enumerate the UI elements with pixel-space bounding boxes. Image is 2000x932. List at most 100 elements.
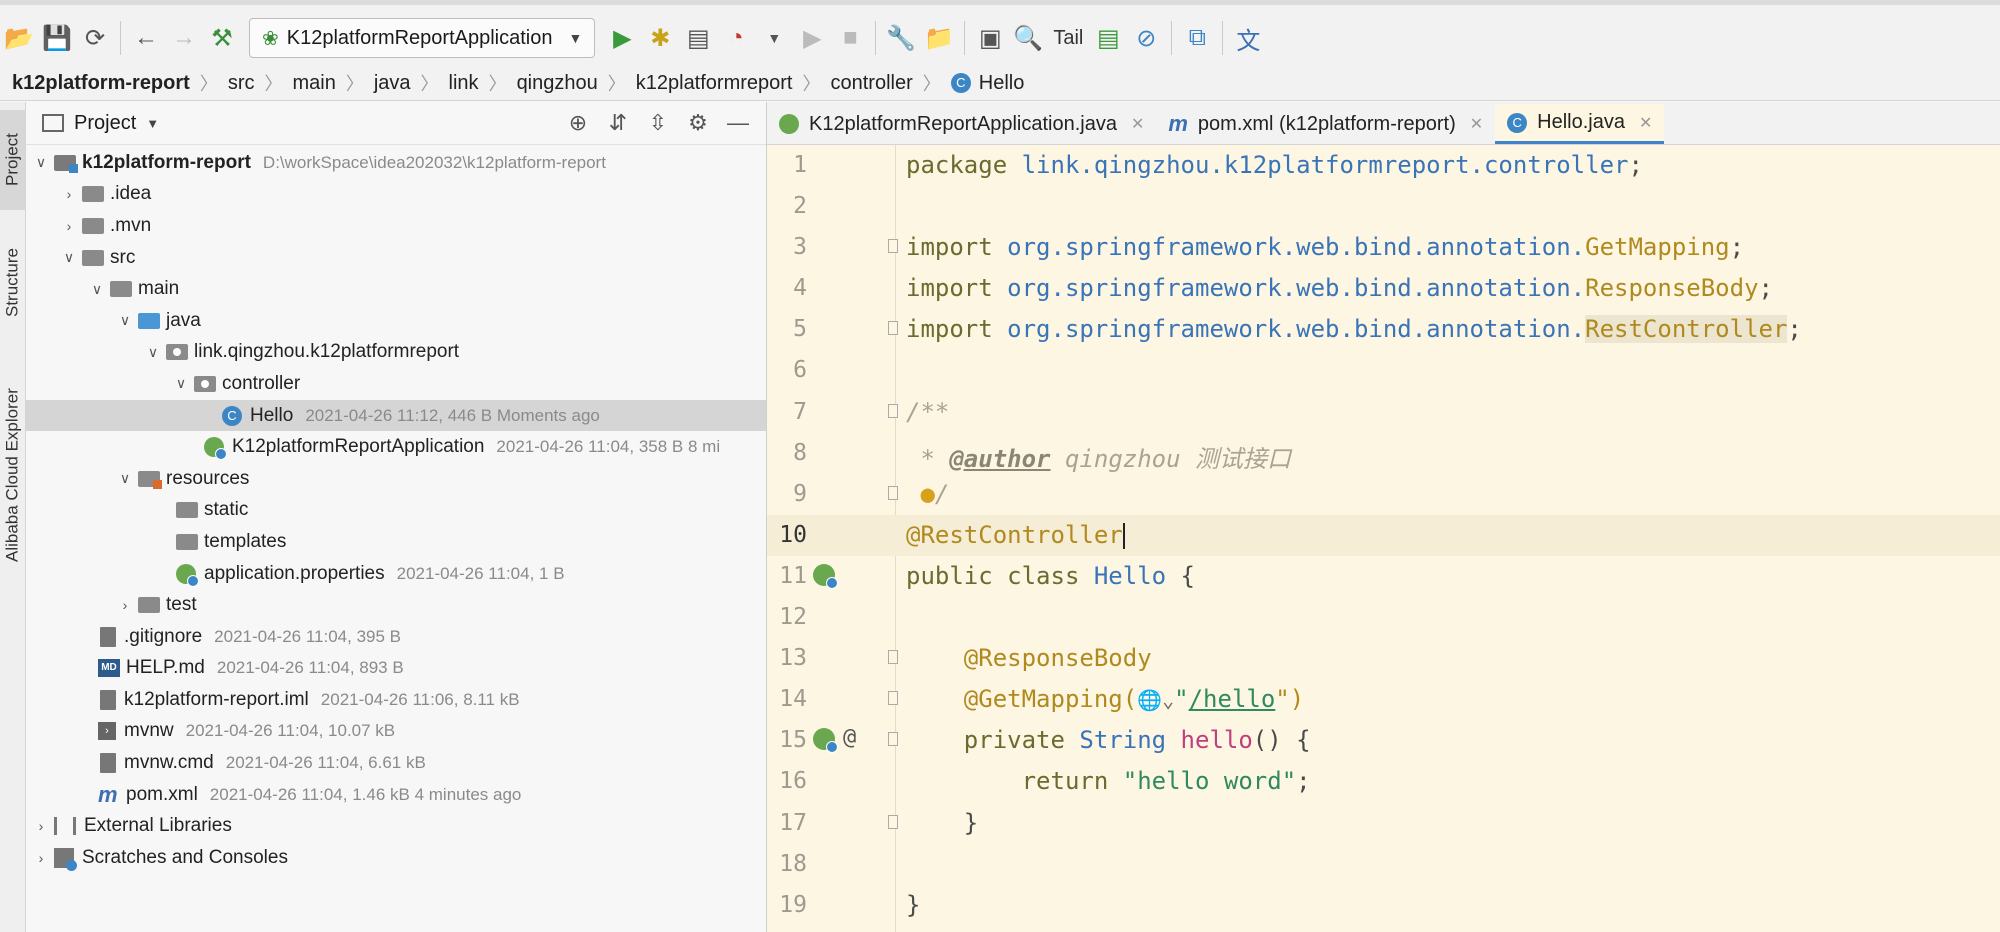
request-mapping-at-icon[interactable]: @ [843,725,856,750]
fold-marker-icon[interactable] [888,691,898,706]
close-icon[interactable]: ✕ [1131,114,1144,134]
tree-item-file[interactable]: › mvnw 2021-04-26 11:04, 10.07 kB [26,716,766,748]
tree-item-file[interactable]: k12platform-report.iml 2021-04-26 11:06,… [26,684,766,716]
code-line[interactable]: 12 [767,597,2000,638]
chevron-down-icon[interactable]: ∨ [114,312,136,329]
chevron-down-icon[interactable]: ∨ [58,249,80,266]
tree-item-scratches[interactable]: › Scratches and Consoles [26,842,766,874]
code-line[interactable]: 13 @ResponseBody [767,638,2000,679]
stop-icon[interactable]: ■ [831,18,869,58]
code-line[interactable]: 15 @ private String hello() { [767,720,2000,761]
fold-marker-icon[interactable] [888,485,898,500]
breadcrumb-item[interactable]: link [449,72,479,95]
chevron-down-icon[interactable]: ▼ [146,116,159,131]
chevron-down-icon[interactable]: ∨ [142,344,164,361]
tail-button[interactable]: Tail [1047,27,1089,50]
code-line[interactable]: 19 } [767,885,2000,926]
project-panel-title[interactable]: Project [74,112,136,135]
tree-item-module[interactable]: ∨ k12platform-report D:\workSpace\idea20… [26,147,766,179]
terminal-window-icon[interactable]: ▣ [971,18,1009,58]
breadcrumb-item[interactable]: controller [831,72,913,95]
save-icon[interactable]: 💾 [38,18,76,58]
breadcrumb-item[interactable]: Hello [979,72,1025,95]
close-icon[interactable]: ✕ [1639,113,1652,133]
code-line[interactable]: 11 public class Hello { [767,556,2000,597]
breadcrumb-item[interactable]: k12platformreport [636,72,793,95]
code-area[interactable]: 1 package link.qingzhou.k12platformrepor… [767,145,2000,932]
run-icon[interactable]: ▶ [603,18,641,58]
tree-item-file[interactable]: m pom.xml 2021-04-26 11:04, 1.46 kB 4 mi… [26,779,766,811]
build-hammer-icon[interactable]: ⚒ [203,18,241,58]
tree-item-folder[interactable]: › test [26,589,766,621]
tree-item-folder[interactable]: ∨ src [26,242,766,274]
chevron-right-icon[interactable]: › [30,850,52,866]
tree-item-folder[interactable]: templates [26,526,766,558]
side-tab-alibaba-cloud-explorer[interactable]: Alibaba Cloud Explorer [0,370,25,580]
code-line[interactable]: 2 [767,186,2000,227]
fold-marker-icon[interactable] [888,403,898,418]
breadcrumb-item[interactable]: qingzhou [517,72,598,95]
chevron-right-icon[interactable]: › [114,597,136,613]
gear-icon[interactable]: ⚙ [680,110,716,136]
lightbulb-icon[interactable]: ● [920,480,934,508]
settings-wrench-icon[interactable]: 🔧 [882,18,920,58]
monitor-chart-icon[interactable]: ▤ [1089,18,1127,58]
spring-bean-gutter-icon[interactable] [813,728,838,754]
fold-marker-icon[interactable] [888,650,898,665]
fold-marker-icon[interactable] [888,321,898,336]
code-line[interactable]: 17 } [767,803,2000,844]
tree-item-file[interactable]: K12platformReportApplication 2021-04-26 … [26,431,766,463]
profile-icon[interactable]: ◔ [717,18,755,58]
tree-item-folder[interactable]: › .mvn [26,210,766,242]
tree-item-file[interactable]: .gitignore 2021-04-26 11:04, 395 B [26,621,766,653]
debug-bug-icon[interactable]: ✱ [641,18,679,58]
tree-item-folder[interactable]: ∨ resources [26,463,766,495]
fold-marker-icon[interactable] [888,239,898,254]
tree-item-package[interactable]: ∨ link.qingzhou.k12platformreport [26,337,766,369]
code-line[interactable]: 5 import org.springframework.web.bind.an… [767,309,2000,350]
breadcrumb-item[interactable]: main [292,72,335,95]
code-line[interactable]: 4 import org.springframework.web.bind.an… [767,268,2000,309]
code-line-current[interactable]: 10 @RestController [767,514,2000,556]
globe-icon[interactable]: 🌐⌄ [1137,688,1174,712]
chevron-down-icon[interactable]: ∨ [86,281,108,298]
tab-k12platformreportapplication[interactable]: K12platformReportApplication.java ✕ [767,104,1156,144]
tree-item-file[interactable]: mvnw.cmd 2021-04-26 11:04, 6.61 kB [26,747,766,779]
tree-item-file[interactable]: MD HELP.md 2021-04-26 11:04, 893 B [26,653,766,685]
search-icon[interactable]: 🔍 [1009,18,1047,58]
locate-target-icon[interactable]: ⊕ [560,110,596,136]
translate-icon[interactable]: 文 [1229,18,1267,58]
code-line[interactable]: 3 import org.springframework.web.bind.an… [767,227,2000,268]
sync-icon[interactable]: ⟳ [76,18,114,58]
chevron-right-icon[interactable]: › [58,218,80,234]
more-run-chevron-icon[interactable]: ▼ [755,18,793,58]
back-arrow-icon[interactable]: ← [127,18,165,58]
chevron-down-icon[interactable]: ∨ [170,375,192,392]
tab-hello-java[interactable]: C Hello.java ✕ [1495,104,1665,144]
tree-item-folder[interactable]: ∨ java [26,305,766,337]
tree-item-folder[interactable]: ∨ main [26,273,766,305]
breadcrumb-item[interactable]: src [228,72,255,95]
spring-bean-gutter-icon[interactable] [813,563,838,589]
tree-item-folder[interactable]: static [26,495,766,527]
tree-item-folder[interactable]: › .idea [26,179,766,211]
code-line[interactable]: 18 [767,844,2000,885]
disable-circle-icon[interactable]: ⊘ [1127,18,1165,58]
coverage-icon[interactable]: ▤ [679,18,717,58]
fold-marker-icon[interactable] [888,732,898,747]
chevron-down-icon[interactable]: ∨ [30,154,52,171]
open-folder-icon[interactable]: 📂 [0,18,38,58]
tree-item-file-selected[interactable]: C Hello 2021-04-26 11:12, 446 B Moments … [26,399,766,432]
tree-item-external-libraries[interactable]: › External Libraries [26,810,766,842]
hide-minimize-icon[interactable]: — [720,110,756,136]
forward-arrow-icon[interactable]: → [165,18,203,58]
code-line[interactable]: 1 package link.qingzhou.k12platformrepor… [767,145,2000,186]
code-line[interactable]: 16 return "hello word"; [767,761,2000,802]
collapse-all-icon[interactable]: ⇳ [640,110,676,136]
close-icon[interactable]: ✕ [1470,114,1483,134]
tree-item-file[interactable]: application.properties 2021-04-26 11:04,… [26,558,766,590]
chevron-down-icon[interactable]: ∨ [114,470,136,487]
code-line[interactable]: 7 /** [767,392,2000,433]
url-string[interactable]: /hello [1189,685,1276,713]
code-line[interactable]: 14 @GetMapping(🌐⌄"/hello") [767,679,2000,720]
